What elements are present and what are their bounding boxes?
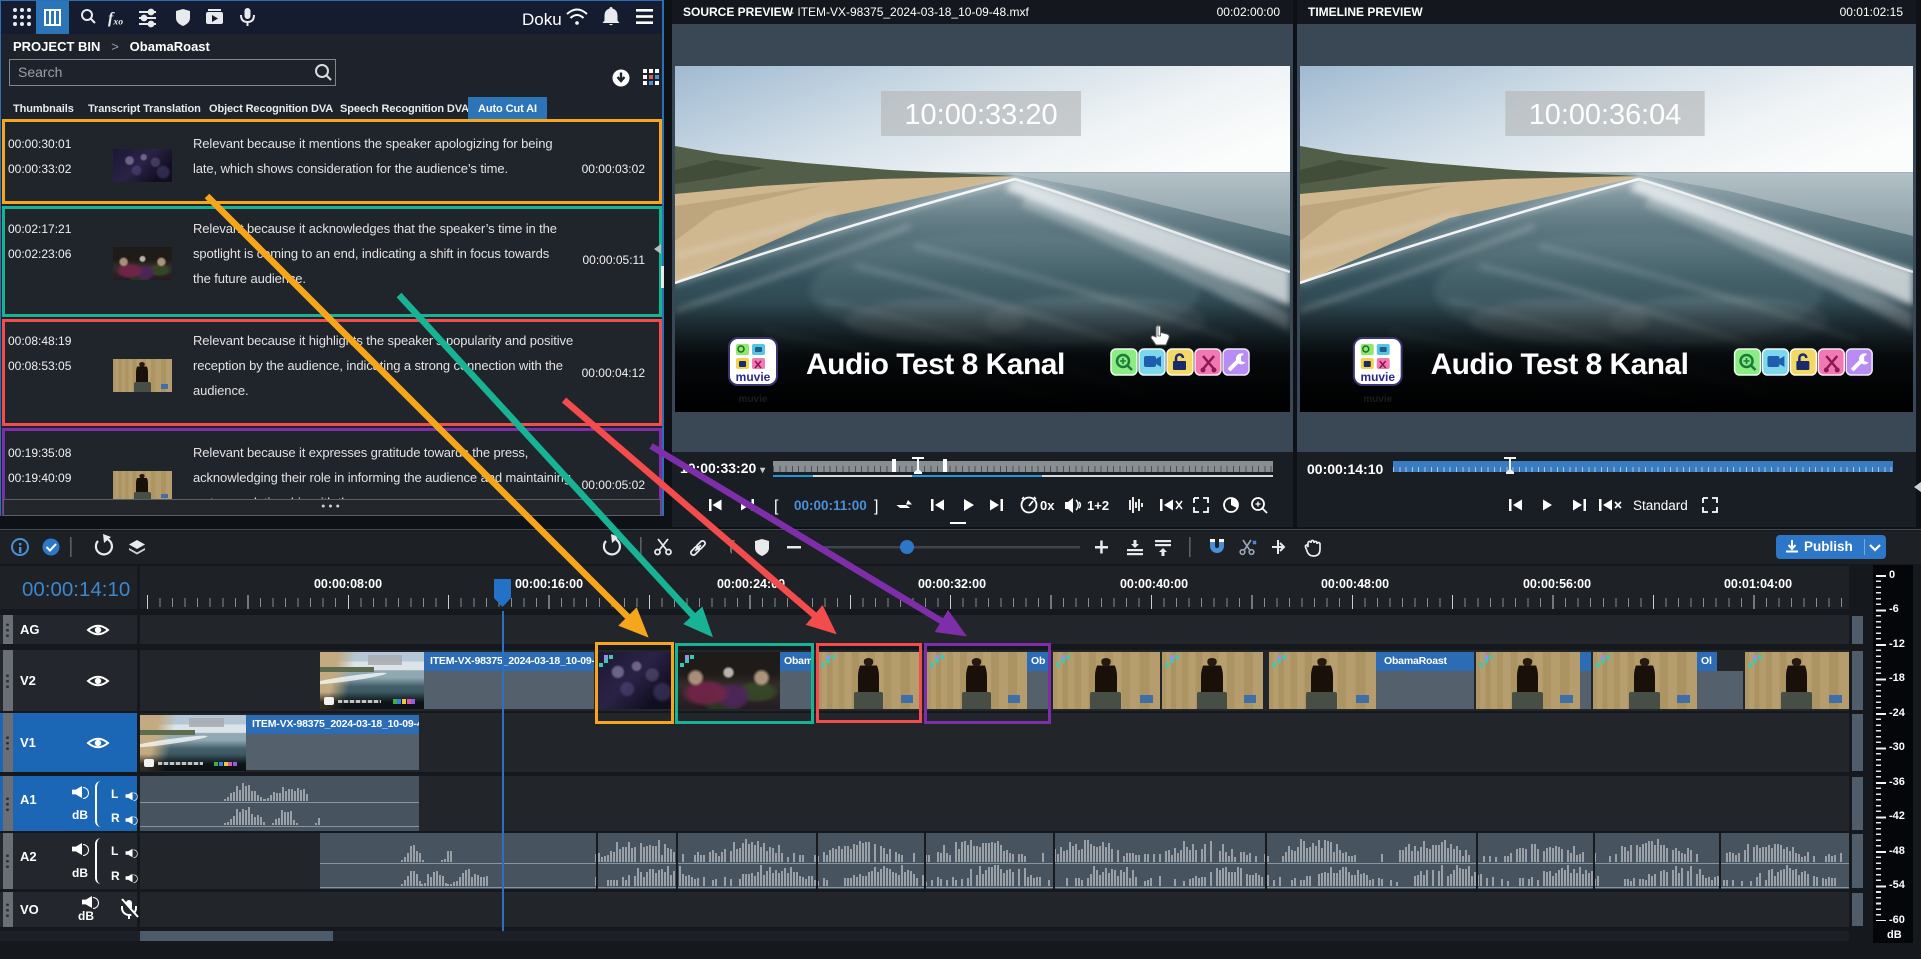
svg-text:10:00:33:20: 10:00:33:20 [904, 99, 1057, 131]
svg-text:0x: 0x [1040, 498, 1055, 513]
svg-text:Audio Test 8 Kanal: Audio Test 8 Kanal [806, 348, 1065, 381]
svg-text:Doku: Doku [522, 10, 562, 29]
svg-text:fₓₒ: fₓₒ [108, 10, 124, 27]
svg-text:Standard: Standard [1633, 498, 1688, 513]
svg-text:00:00:11:00: 00:00:11:00 [794, 498, 867, 513]
svg-text:muvie: muvie [739, 394, 768, 405]
svg-text:9: 9 [608, 543, 613, 553]
svg-text:Audio Test 8 Kanal: Audio Test 8 Kanal [1431, 348, 1689, 381]
svg-text:muvie: muvie [1363, 394, 1392, 405]
svg-text:[: [ [774, 498, 779, 515]
svg-text:1+2: 1+2 [1087, 498, 1109, 513]
svg-text:10:00:36:04: 10:00:36:04 [1529, 99, 1682, 131]
svg-text:muvie: muvie [1360, 370, 1395, 384]
svg-text:]: ] [874, 498, 878, 515]
svg-text:muvie: muvie [736, 370, 771, 384]
